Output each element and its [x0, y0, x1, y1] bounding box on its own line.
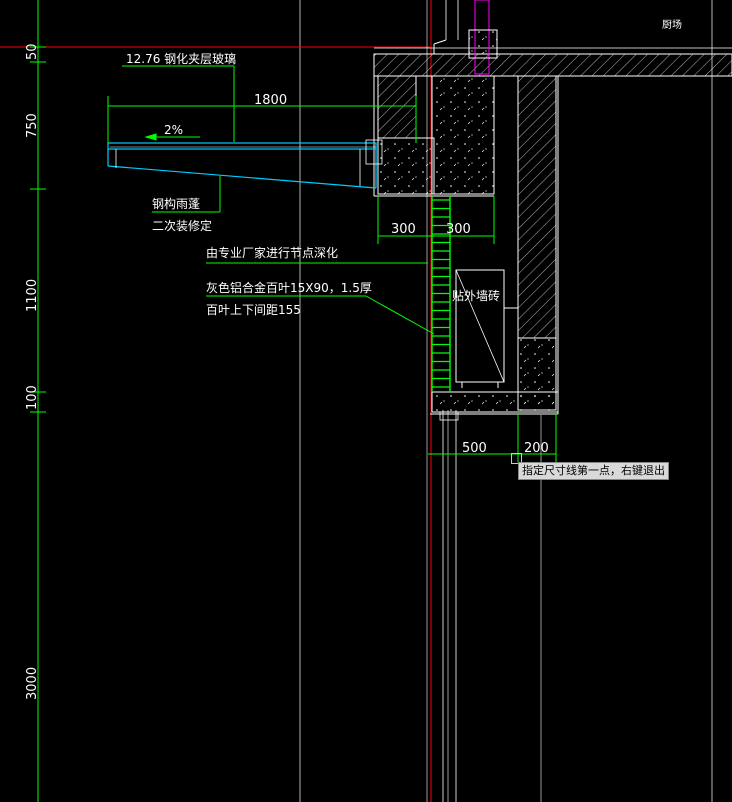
steel-canopy-label: 钢构雨蓬 [152, 196, 200, 211]
steel-canopy [107, 139, 383, 189]
top-slab [373, 47, 732, 77]
vendor-detail-label: 由专业厂家进行节点深化 [206, 245, 338, 260]
ac-unit-label: 贴外墙砖 [452, 288, 500, 303]
dim-300-left: 300 [391, 222, 416, 237]
ac-unit-box [455, 269, 518, 388]
dim-1800: 1800 [254, 93, 287, 108]
dim-50: 50 [25, 43, 40, 60]
slope-label: 2% [164, 123, 183, 137]
glass-annotation: 12.76 钢化夹层玻璃 [126, 52, 236, 66]
cad-drawing-canvas[interactable]: 50 750 1100 100 3000 厨场 贴外墙砖 1800 12.76 … [0, 0, 732, 802]
room-label: 厨场 [662, 18, 682, 31]
dim-100: 100 [25, 385, 40, 410]
bottom-slab [430, 391, 559, 421]
dim-1100: 1100 [25, 279, 40, 312]
dim-500: 500 [462, 441, 487, 456]
louver-spec-label: 灰色铝合金百叶15X90，1.5厚 [206, 280, 372, 295]
secondary-fitout-label: 二次装修定 [152, 218, 212, 233]
dim-200: 200 [524, 441, 549, 456]
right-wall [517, 75, 732, 414]
dim-3000: 3000 [25, 667, 40, 700]
upper-beam [373, 62, 495, 197]
dim-750: 750 [25, 113, 40, 138]
command-prompt-tooltip: 指定尺寸线第一点，右键退出 [518, 462, 669, 480]
louver-spacing-label: 百叶上下间距155 [206, 303, 301, 317]
dim-300-right: 300 [446, 222, 471, 237]
reference-lines [0, 0, 713, 802]
